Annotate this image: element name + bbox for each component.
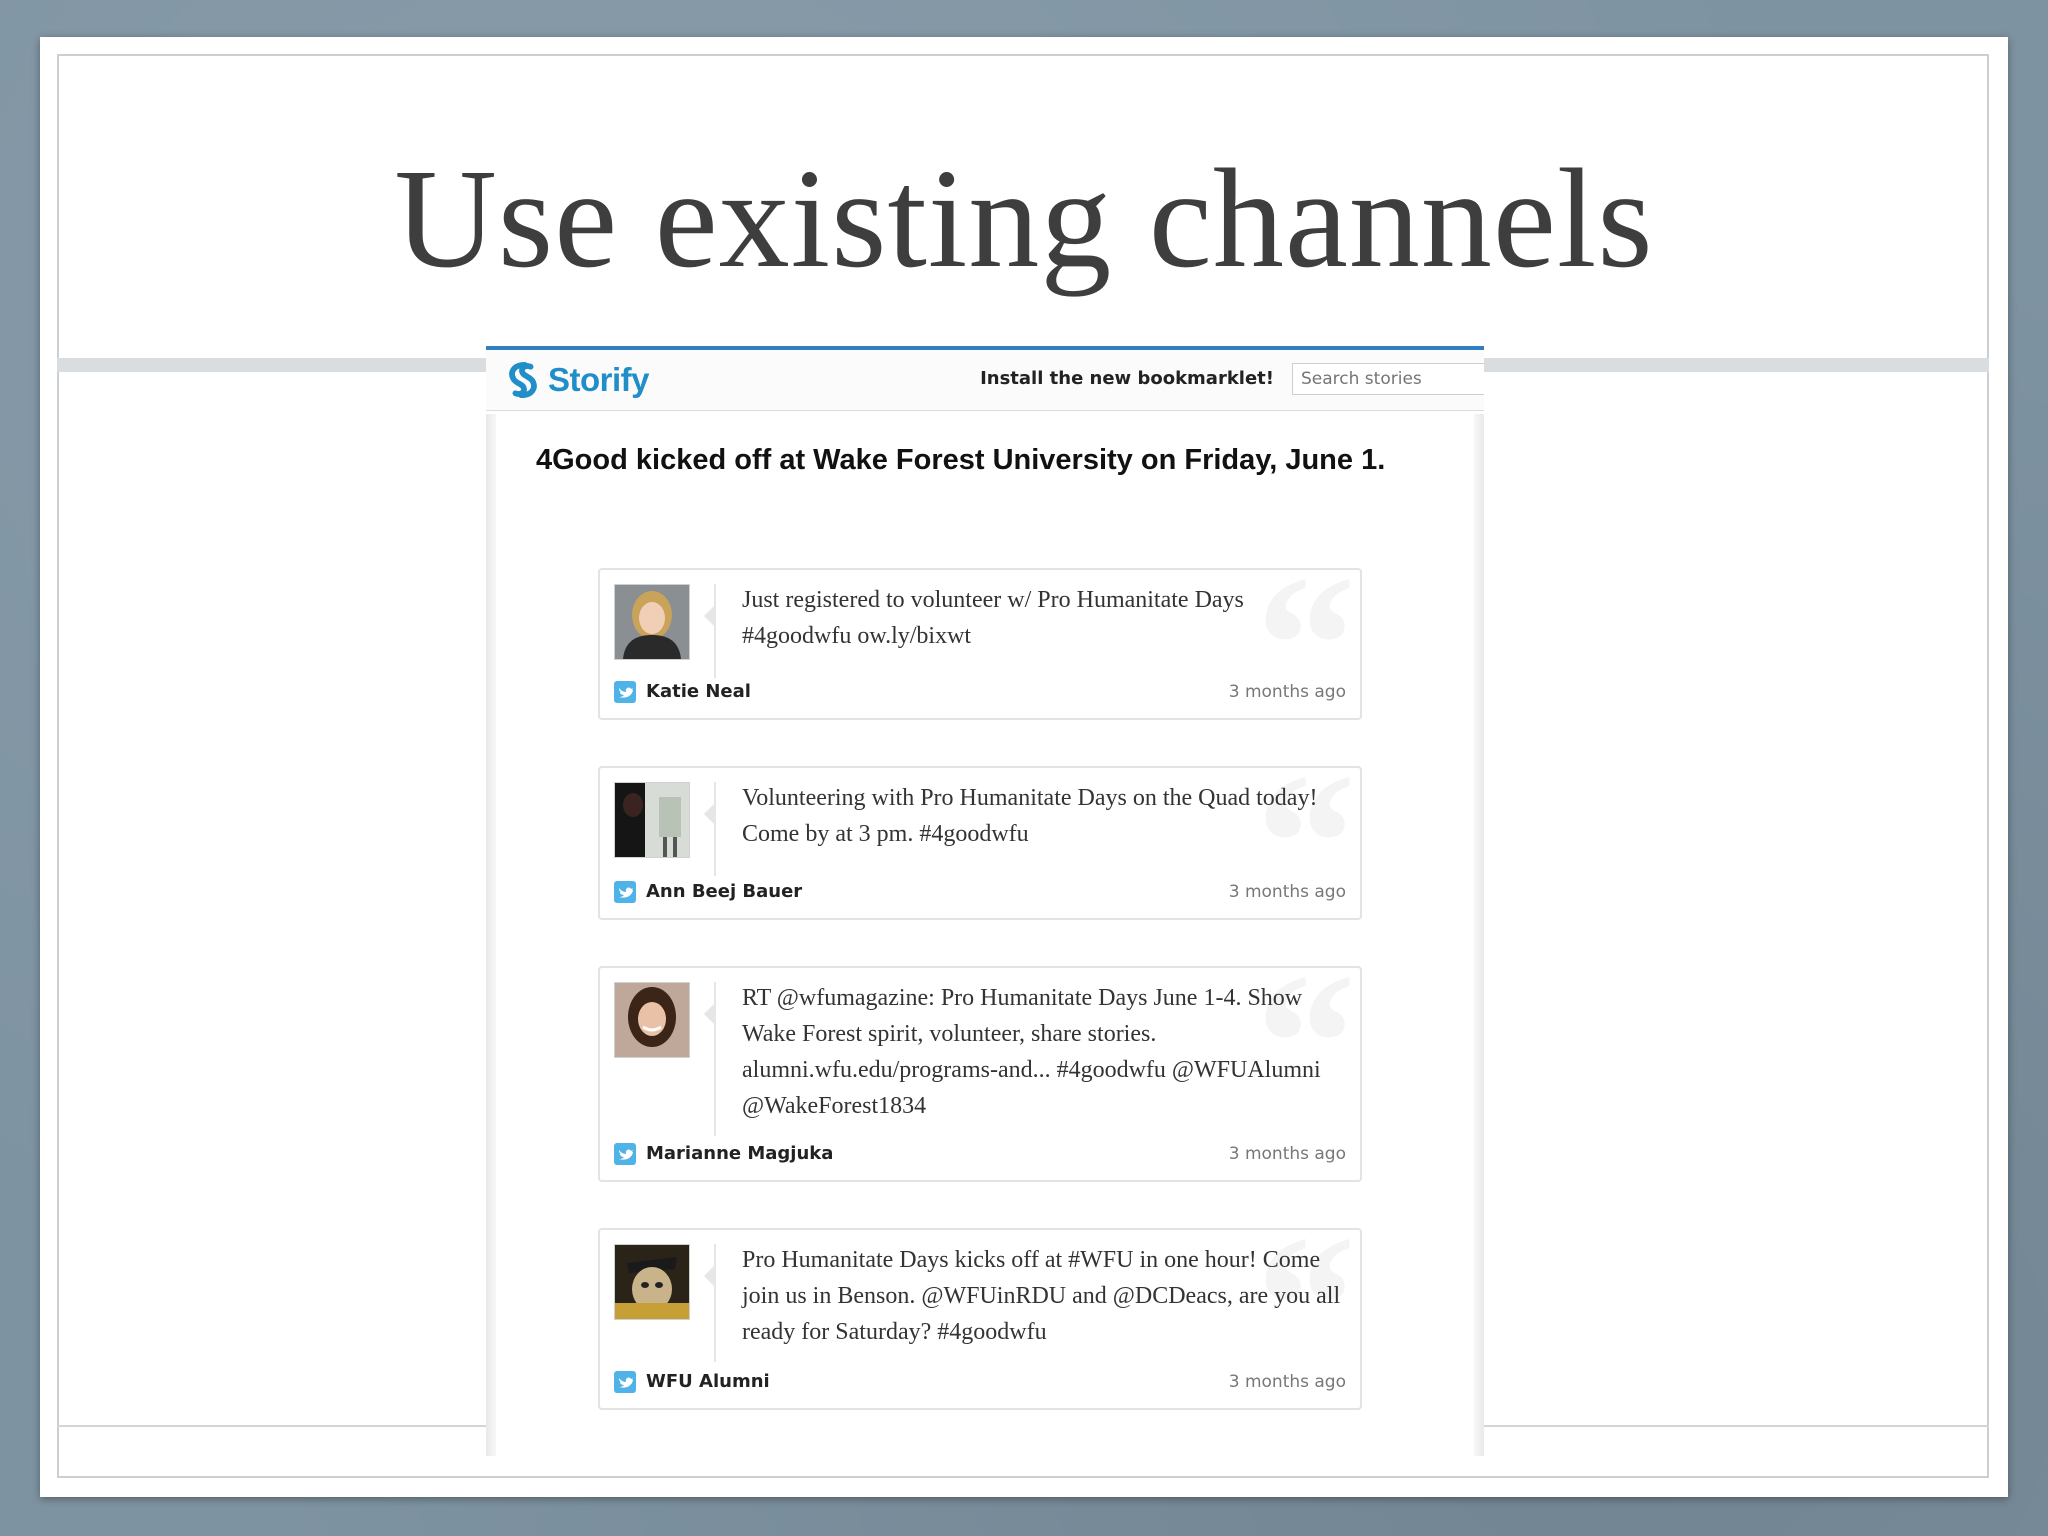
storify-logo-text: Storify — [548, 361, 650, 398]
tweet-author[interactable]: Ann Beej Bauer — [646, 881, 802, 902]
tweet-card[interactable]: “ Volunteering with Pro Humanitate Days … — [598, 744, 1362, 944]
storify-logo-icon — [509, 361, 537, 399]
tweet-divider — [704, 982, 716, 1136]
story-body: 4Good kicked off at Wake Forest Universi… — [486, 414, 1484, 1456]
twitter-bird-icon[interactable] — [614, 1143, 636, 1165]
tweet-card[interactable]: “ Just registered to volunteer w/ Pro Hu… — [598, 546, 1362, 746]
install-bookmarklet-link[interactable]: Install the new bookmarklet! — [980, 368, 1274, 389]
tweet-timestamp[interactable]: 3 months ago — [1229, 1144, 1346, 1164]
avatar-image — [615, 1245, 689, 1319]
search-stories-input[interactable] — [1292, 363, 1484, 395]
avatar[interactable] — [614, 1244, 690, 1320]
avatar-image — [615, 983, 689, 1057]
avatar[interactable] — [614, 782, 690, 858]
tweet-text: Volunteering with Pro Humanitate Days on… — [742, 785, 1318, 847]
tweet-card[interactable]: “ RT @wfumagazine: Pro Humanitate Days J… — [598, 944, 1362, 1182]
slide-title: Use existing channels — [394, 139, 1654, 297]
twitter-bird-icon[interactable] — [614, 1371, 636, 1393]
tweet-timestamp[interactable]: 3 months ago — [1229, 882, 1346, 902]
story-heading: 4Good kicked off at Wake Forest Universi… — [536, 444, 1386, 476]
storify-header: Storify Install the new bookmarklet! — [486, 350, 1484, 411]
tweet-author[interactable]: Marianne Magjuka — [646, 1143, 833, 1164]
tweet-footer: Katie Neal 3 months ago — [614, 680, 1346, 704]
avatar[interactable] — [614, 982, 690, 1058]
tweet-footer: Marianne Magjuka 3 months ago — [614, 1142, 1346, 1166]
tweet-text: Pro Humanitate Days kicks off at #WFU in… — [742, 1247, 1341, 1345]
avatar[interactable] — [614, 584, 690, 660]
twitter-bird-icon[interactable] — [614, 881, 636, 903]
tweet-author[interactable]: Katie Neal — [646, 681, 751, 702]
storify-screenshot: Storify Install the new bookmarklet! 4Go… — [486, 346, 1484, 1456]
tweet-footer: WFU Alumni 3 months ago — [614, 1370, 1346, 1394]
tweet-divider — [704, 584, 716, 678]
avatar-image — [615, 585, 689, 659]
storify-logo[interactable]: Storify — [504, 360, 650, 400]
tweet-timestamp[interactable]: 3 months ago — [1229, 682, 1346, 702]
tweet-card[interactable]: “ Pro Humanitate Days kicks off at #WFU … — [598, 1206, 1362, 1410]
twitter-bird-icon[interactable] — [614, 681, 636, 703]
story-right-edge — [1474, 414, 1484, 1456]
tweet-divider — [704, 1244, 716, 1362]
avatar-image — [615, 783, 689, 857]
tweet-author[interactable]: WFU Alumni — [646, 1371, 770, 1392]
tweet-text: RT @wfumagazine: Pro Humanitate Days Jun… — [742, 985, 1321, 1119]
tweet-text: Just registered to volunteer w/ Pro Huma… — [742, 587, 1244, 649]
tweet-divider — [704, 782, 716, 876]
story-left-edge — [486, 414, 496, 1456]
tweet-timestamp[interactable]: 3 months ago — [1229, 1372, 1346, 1392]
tweet-footer: Ann Beej Bauer 3 months ago — [614, 880, 1346, 904]
